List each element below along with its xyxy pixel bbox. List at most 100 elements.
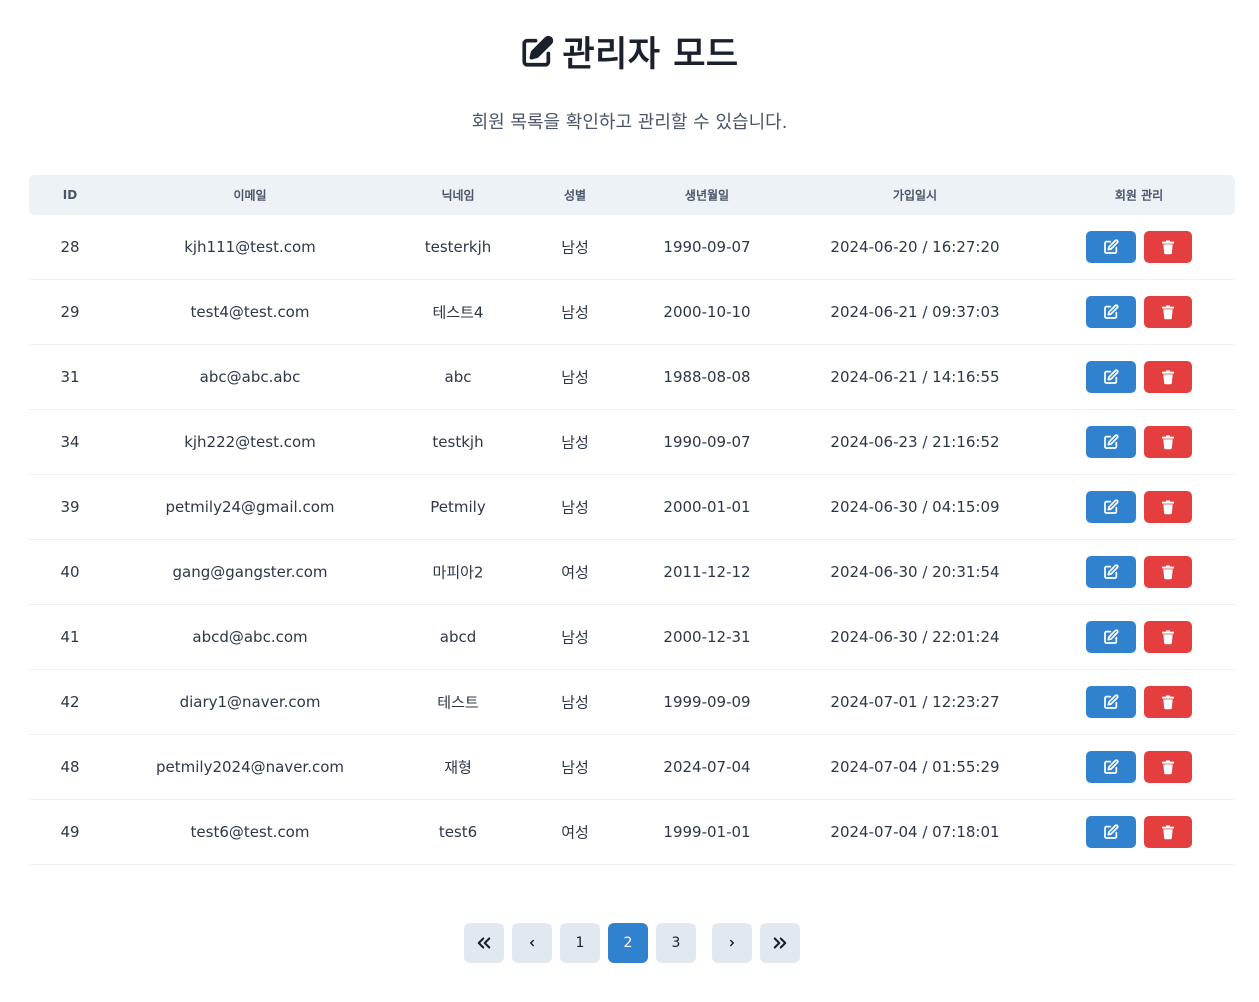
trash-icon bbox=[1160, 434, 1176, 450]
edit-member-button[interactable] bbox=[1086, 816, 1136, 848]
delete-member-button[interactable] bbox=[1144, 686, 1192, 718]
cell-gender: 여성 bbox=[561, 823, 589, 842]
first-page-button[interactable] bbox=[464, 923, 504, 963]
table-row: 41 abcd@abc.com abcd 남성 2000-12-31 2024-06-30… bbox=[29, 605, 1235, 670]
chevron-left-icon bbox=[527, 938, 537, 948]
cell-gender: 남성 bbox=[561, 368, 589, 387]
trash-icon bbox=[1160, 369, 1176, 385]
edit-icon bbox=[1103, 304, 1119, 320]
row-actions bbox=[1069, 751, 1209, 783]
double-chevron-right-icon bbox=[771, 934, 789, 952]
table-row: 34 kjh222@test.com testkjh 남성 1990-09-07 2024… bbox=[29, 410, 1235, 475]
cell-joined: 2024-06-30 / 22:01:24 bbox=[830, 628, 1000, 646]
edit-icon bbox=[1103, 759, 1119, 775]
row-actions bbox=[1069, 556, 1209, 588]
cell-gender: 남성 bbox=[561, 693, 589, 712]
edit-icon bbox=[1103, 694, 1119, 710]
next-page-button[interactable] bbox=[712, 923, 752, 963]
delete-member-button[interactable] bbox=[1144, 361, 1192, 393]
cell-email: petmily2024@naver.com bbox=[155, 758, 345, 776]
delete-member-button[interactable] bbox=[1144, 296, 1192, 328]
cell-email: kjh111@test.com bbox=[184, 238, 316, 256]
column-header-nickname: 닉네임 bbox=[441, 188, 475, 203]
row-actions bbox=[1069, 426, 1209, 458]
delete-member-button[interactable] bbox=[1144, 231, 1192, 263]
last-page-button[interactable] bbox=[760, 923, 800, 963]
cell-nickname: Petmily bbox=[430, 498, 486, 516]
cell-nickname: 테스트4 bbox=[432, 303, 484, 322]
cell-joined: 2024-07-01 / 12:23:27 bbox=[830, 693, 1000, 711]
cell-joined: 2024-06-30 / 20:31:54 bbox=[830, 563, 1000, 581]
table-row: 40 gang@gangster.com 마피아2 여성 2011-12-12 2024-… bbox=[29, 540, 1235, 605]
page-1-button[interactable]: 1 bbox=[560, 923, 600, 963]
edit-icon bbox=[1103, 499, 1119, 515]
column-header-joined: 가입일시 bbox=[892, 188, 938, 203]
delete-member-button[interactable] bbox=[1144, 491, 1192, 523]
edit-icon bbox=[1103, 369, 1119, 385]
cell-email: test4@test.com bbox=[190, 303, 310, 321]
cell-joined: 2024-06-23 / 21:16:52 bbox=[830, 433, 1000, 451]
delete-member-button[interactable] bbox=[1144, 621, 1192, 653]
cell-nickname: testkjh bbox=[432, 433, 484, 451]
cell-email: petmily24@gmail.com bbox=[165, 498, 335, 516]
table-row: 29 test4@test.com 테스트4 남성 2000-10-10 2024-06-… bbox=[29, 280, 1235, 345]
cell-id: 49 bbox=[60, 823, 80, 841]
table-row: 28 kjh111@test.com testerkjh 남성 1990-09-07 20… bbox=[29, 215, 1235, 280]
delete-member-button[interactable] bbox=[1144, 751, 1192, 783]
cell-gender: 여성 bbox=[561, 563, 589, 582]
edit-member-button[interactable] bbox=[1086, 686, 1136, 718]
edit-member-button[interactable] bbox=[1086, 361, 1136, 393]
edit-icon bbox=[1103, 629, 1119, 645]
cell-joined: 2024-07-04 / 07:18:01 bbox=[830, 823, 1000, 841]
edit-member-button[interactable] bbox=[1086, 231, 1136, 263]
cell-gender: 남성 bbox=[561, 238, 589, 257]
cell-id: 40 bbox=[60, 563, 80, 581]
row-actions bbox=[1069, 816, 1209, 848]
delete-member-button[interactable] bbox=[1144, 556, 1192, 588]
member-table: ID 이메일 닉네임 성별 생년월일 가입일시 회원 관리 28 kjh111@t… bbox=[29, 175, 1235, 865]
cell-birthdate: 1999-01-01 bbox=[663, 823, 751, 841]
pagination: 1 2 3 bbox=[464, 923, 800, 963]
column-header-email: 이메일 bbox=[233, 188, 267, 203]
table-row: 49 test6@test.com test6 여성 1999-01-01 2024-07… bbox=[29, 800, 1235, 865]
cell-birthdate: 2000-10-10 bbox=[663, 303, 751, 321]
cell-gender: 남성 bbox=[561, 433, 589, 452]
cell-birthdate: 1990-09-07 bbox=[663, 433, 751, 451]
page-2-button[interactable]: 2 bbox=[608, 923, 648, 963]
delete-member-button[interactable] bbox=[1144, 426, 1192, 458]
cell-nickname: testerkjh bbox=[424, 238, 492, 256]
edit-member-button[interactable] bbox=[1086, 296, 1136, 328]
cell-birthdate: 1990-09-07 bbox=[663, 238, 751, 256]
page-subtitle: 회원 목록을 확인하고 관리할 수 있습니다. bbox=[471, 112, 788, 133]
page-3-button[interactable]: 3 bbox=[656, 923, 696, 963]
prev-page-button[interactable] bbox=[512, 923, 552, 963]
cell-gender: 남성 bbox=[561, 303, 589, 322]
edit-icon bbox=[1103, 564, 1119, 580]
column-header-id: ID bbox=[62, 188, 78, 202]
cell-email: kjh222@test.com bbox=[184, 433, 316, 451]
edit-member-button[interactable] bbox=[1086, 491, 1136, 523]
cell-id: 34 bbox=[60, 433, 80, 451]
edit-icon bbox=[1103, 239, 1119, 255]
row-actions bbox=[1069, 361, 1209, 393]
cell-joined: 2024-06-20 / 16:27:20 bbox=[830, 238, 1000, 256]
cell-birthdate: 2000-01-01 bbox=[663, 498, 751, 516]
edit-member-button[interactable] bbox=[1086, 751, 1136, 783]
cell-id: 29 bbox=[60, 303, 80, 321]
cell-joined: 2024-06-30 / 04:15:09 bbox=[830, 498, 1000, 516]
edit-member-button[interactable] bbox=[1086, 556, 1136, 588]
cell-email: abcd@abc.com bbox=[192, 628, 308, 646]
cell-nickname: 테스트 bbox=[437, 693, 479, 712]
cell-birthdate: 2011-12-12 bbox=[663, 563, 751, 581]
cell-nickname: test6 bbox=[438, 823, 478, 841]
cell-gender: 남성 bbox=[561, 498, 589, 517]
cell-joined: 2024-06-21 / 09:37:03 bbox=[830, 303, 1000, 321]
trash-icon bbox=[1160, 499, 1176, 515]
cell-id: 28 bbox=[60, 238, 80, 256]
cell-id: 42 bbox=[60, 693, 80, 711]
edit-member-button[interactable] bbox=[1086, 621, 1136, 653]
edit-member-button[interactable] bbox=[1086, 426, 1136, 458]
delete-member-button[interactable] bbox=[1144, 816, 1192, 848]
table-row: 42 diary1@naver.com 테스트 남성 1999-09-09 2024-07… bbox=[29, 670, 1235, 735]
row-actions bbox=[1069, 621, 1209, 653]
